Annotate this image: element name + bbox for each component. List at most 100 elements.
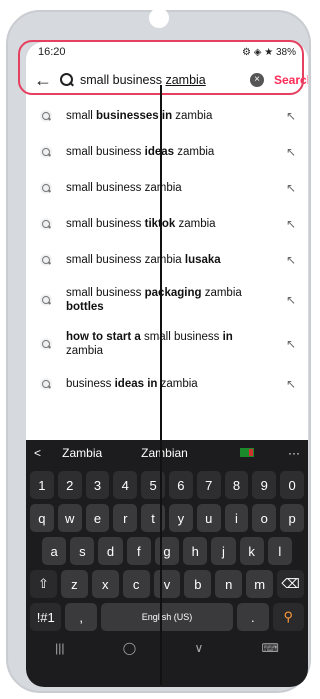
key-x[interactable]: x	[91, 570, 119, 598]
space-key[interactable]: English (US)	[100, 603, 234, 631]
key-a[interactable]: a	[42, 537, 67, 565]
suggestion-item[interactable]: small business packaging zambia bottles ↖	[26, 278, 308, 322]
key-h[interactable]: h	[183, 537, 208, 565]
suggestion-bold: in	[222, 331, 233, 343]
more-options-icon[interactable]: ···	[288, 446, 300, 460]
key-9[interactable]: 9	[252, 471, 277, 499]
search-icon	[40, 294, 52, 306]
key-2[interactable]: 2	[57, 471, 82, 499]
back-arrow-icon[interactable]: ←	[34, 70, 56, 91]
comma-key[interactable]: ,	[65, 603, 97, 631]
backspace-key[interactable]: ⌫	[277, 570, 305, 598]
suggestion-text: small business tiktok zambia	[66, 217, 284, 231]
key-y[interactable]: y	[168, 504, 193, 532]
prediction-bar: < Zambia Zambian ···	[26, 440, 308, 466]
collapse-chevron-icon[interactable]: <	[34, 446, 41, 460]
suggestion-item[interactable]: small business zambia lusaka ↖	[26, 242, 308, 278]
fill-arrow-icon[interactable]: ↖	[284, 377, 298, 391]
suggestion-item[interactable]: small business tiktok zambia↖	[26, 206, 308, 242]
letter-row-2: asdfghjkl	[26, 537, 308, 565]
prediction-1[interactable]: Zambia	[41, 446, 123, 460]
status-time: 16:20	[38, 46, 66, 58]
key-o[interactable]: o	[252, 504, 277, 532]
key-m[interactable]: m	[246, 570, 274, 598]
key-4[interactable]: 4	[113, 471, 138, 499]
fill-arrow-icon[interactable]: ↖	[284, 337, 298, 351]
key-z[interactable]: z	[60, 570, 88, 598]
suggestion-suffix: small business	[140, 331, 223, 343]
query-underlined: zambia	[165, 73, 206, 87]
key-d[interactable]: d	[98, 537, 123, 565]
suggestion-suffix: zambia	[172, 110, 213, 122]
key-p[interactable]: p	[280, 504, 304, 532]
key-1[interactable]: 1	[30, 471, 54, 499]
status-icons: ⚙ ◈ ★ 38%	[242, 46, 296, 58]
clear-icon[interactable]: ×	[250, 73, 264, 87]
suggestion-list: small businesses in zambia ↖ small busines…	[26, 98, 308, 402]
key-e[interactable]: e	[85, 504, 110, 532]
key-7[interactable]: 7	[196, 471, 221, 499]
key-b[interactable]: b	[184, 570, 212, 598]
suggestion-item[interactable]: small business ideas zambia↖	[26, 134, 308, 170]
key-c[interactable]: c	[122, 570, 150, 598]
key-v[interactable]: v	[153, 570, 181, 598]
screen: 16:20 ⚙ ◈ ★ 38% ← small business zambia …	[26, 42, 308, 687]
symbols-key[interactable]: !#1	[30, 603, 62, 631]
key-u[interactable]: u	[196, 504, 221, 532]
hide-keyboard-icon[interactable]: ∨	[194, 641, 203, 655]
keyboard-switch-icon[interactable]: ⌨	[262, 641, 279, 655]
bottom-row: !#1 , English (US) . ⚲	[26, 603, 308, 631]
search-icon	[40, 378, 52, 390]
key-j[interactable]: j	[211, 537, 236, 565]
key-k[interactable]: k	[239, 537, 264, 565]
key-s[interactable]: s	[70, 537, 95, 565]
shift-key[interactable]: ⇧	[30, 570, 57, 598]
search-button[interactable]: Search	[274, 73, 308, 87]
letter-row-1: qwertyuiop	[26, 504, 308, 532]
search-icon	[40, 146, 52, 158]
fill-arrow-icon[interactable]: ↖	[284, 293, 298, 307]
search-icon	[40, 110, 52, 122]
key-i[interactable]: i	[224, 504, 249, 532]
suggestion-prefix: small business	[66, 287, 145, 299]
fill-arrow-icon[interactable]: ↖	[284, 109, 298, 123]
search-key[interactable]: ⚲	[272, 603, 305, 631]
suggestion-text: small business zambia lusaka	[66, 253, 284, 267]
suggestion-item[interactable]: small businesses in zambia ↖	[26, 98, 308, 134]
suggestion-item[interactable]: how to start a small business in zambia ↖	[26, 322, 308, 366]
status-bar: 16:20 ⚙ ◈ ★ 38%	[26, 42, 308, 62]
suggestion-text: small business packaging zambia bottles	[66, 286, 284, 314]
suggestion-item[interactable]: small business zambia ↖	[26, 170, 308, 206]
prediction-2[interactable]: Zambian	[123, 446, 205, 460]
key-f[interactable]: f	[126, 537, 151, 565]
key-n[interactable]: n	[215, 570, 243, 598]
suggestion-text: small businesses in zambia	[66, 109, 284, 123]
key-w[interactable]: w	[57, 504, 82, 532]
suggestion-line2: zambia	[66, 345, 104, 357]
search-icon	[40, 254, 52, 266]
prediction-emoji[interactable]	[206, 446, 288, 460]
key-r[interactable]: r	[113, 504, 138, 532]
key-l[interactable]: l	[267, 537, 292, 565]
suggestion-prefix: small business zambia	[66, 254, 185, 266]
key-8[interactable]: 8	[224, 471, 249, 499]
suggestion-prefix: small	[66, 110, 97, 122]
key-q[interactable]: q	[30, 504, 54, 532]
search-input[interactable]: small business zambia	[80, 73, 250, 87]
key-3[interactable]: 3	[85, 471, 110, 499]
phone-frame: 16:20 ⚙ ◈ ★ 38% ← small business zambia …	[6, 8, 311, 693]
suggestion-prefix: small business	[66, 146, 145, 158]
key-0[interactable]: 0	[280, 471, 304, 499]
fill-arrow-icon[interactable]: ↖	[284, 253, 298, 267]
suggestion-text: how to start a small business in zambia	[66, 330, 284, 358]
key-6[interactable]: 6	[168, 471, 193, 499]
home-icon[interactable]: ◯	[123, 641, 136, 655]
period-key[interactable]: .	[237, 603, 269, 631]
recents-icon[interactable]: |||	[55, 641, 64, 655]
fill-arrow-icon[interactable]: ↖	[284, 217, 298, 231]
key-g[interactable]: g	[154, 537, 180, 565]
fill-arrow-icon[interactable]: ↖	[284, 181, 298, 195]
zambia-flag-icon	[239, 448, 254, 457]
suggestion-item[interactable]: business ideas in zambia ↖	[26, 366, 308, 402]
fill-arrow-icon[interactable]: ↖	[284, 145, 298, 159]
